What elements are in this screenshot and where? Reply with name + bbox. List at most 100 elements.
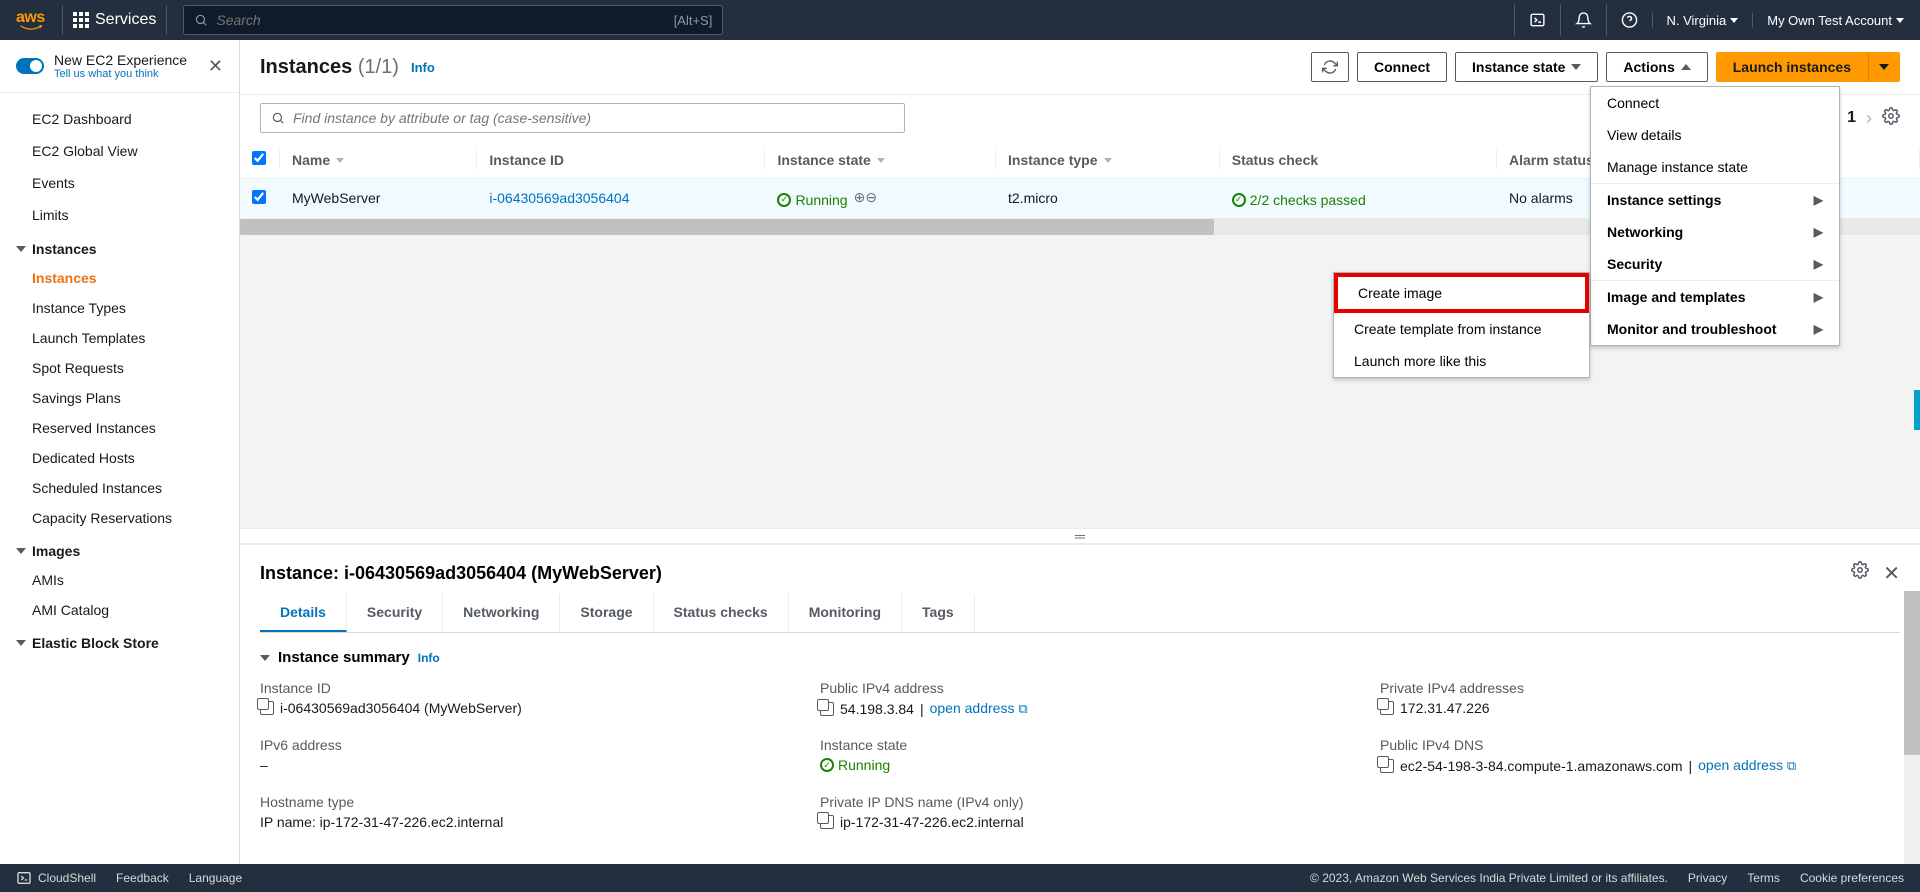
footer-cookies[interactable]: Cookie preferences bbox=[1800, 871, 1904, 885]
search-input[interactable] bbox=[216, 12, 673, 28]
col-status-check[interactable]: Status check bbox=[1220, 141, 1497, 179]
field-state: Instance state ✓Running bbox=[820, 737, 1340, 774]
col-name[interactable]: Name bbox=[280, 141, 477, 179]
submenu-create-template[interactable]: Create template from instance bbox=[1334, 313, 1589, 345]
detail-scrollbar[interactable] bbox=[1904, 591, 1920, 864]
nav-scheduled-instances[interactable]: Scheduled Instances bbox=[0, 473, 239, 503]
panel-resize-handle[interactable]: ═ bbox=[240, 528, 1920, 544]
footer-feedback[interactable]: Feedback bbox=[116, 871, 169, 885]
select-all-checkbox[interactable] bbox=[252, 151, 266, 165]
nav-section-instances[interactable]: Instances bbox=[0, 231, 239, 263]
tab-networking[interactable]: Networking bbox=[443, 594, 560, 632]
state-filter-icon[interactable]: ⊕⊖ bbox=[854, 189, 877, 205]
summary-header[interactable]: Instance summary Info bbox=[260, 649, 1900, 666]
new-experience-banner: New EC2 Experience Tell us what you thin… bbox=[0, 40, 239, 93]
nav-ami-catalog[interactable]: AMI Catalog bbox=[0, 595, 239, 625]
nav-instance-types[interactable]: Instance Types bbox=[0, 293, 239, 323]
nav-capacity-reservations[interactable]: Capacity Reservations bbox=[0, 503, 239, 533]
nav-ec2-dashboard[interactable]: EC2 Dashboard bbox=[0, 103, 239, 135]
detail-panel: Instance: i-06430569ad3056404 (MyWebServ… bbox=[240, 544, 1920, 864]
side-feedback-tab[interactable] bbox=[1914, 390, 1920, 430]
global-search[interactable]: [Alt+S] bbox=[183, 5, 723, 35]
col-instance-type[interactable]: Instance type bbox=[996, 141, 1220, 179]
find-instance-input[interactable] bbox=[260, 103, 905, 133]
content-area: Instances (1/1) Info Connect Instance st… bbox=[240, 40, 1920, 864]
connect-button[interactable]: Connect bbox=[1357, 52, 1447, 82]
close-icon[interactable]: ✕ bbox=[208, 56, 223, 77]
detail-close-icon[interactable]: ✕ bbox=[1883, 561, 1900, 586]
tab-details[interactable]: Details bbox=[260, 594, 347, 632]
cell-instance-id[interactable]: i-06430569ad3056404 bbox=[489, 190, 629, 206]
submenu-create-image[interactable]: Create image bbox=[1334, 273, 1589, 313]
footer-cloudshell[interactable]: CloudShell bbox=[16, 870, 96, 886]
help-icon[interactable] bbox=[1606, 4, 1638, 36]
nav-section-ebs[interactable]: Elastic Block Store bbox=[0, 625, 239, 657]
refresh-button[interactable] bbox=[1311, 52, 1349, 82]
footer-terms[interactable]: Terms bbox=[1747, 871, 1780, 885]
new-experience-toggle[interactable] bbox=[16, 58, 44, 74]
next-page-icon[interactable]: › bbox=[1866, 108, 1872, 129]
nav-launch-templates[interactable]: Launch Templates bbox=[0, 323, 239, 353]
footer-language[interactable]: Language bbox=[189, 871, 242, 885]
cloudshell-icon bbox=[16, 870, 32, 886]
copy-icon[interactable] bbox=[820, 702, 834, 716]
submenu-launch-more[interactable]: Launch more like this bbox=[1334, 345, 1589, 377]
sidebar: New EC2 Experience Tell us what you thin… bbox=[0, 40, 240, 864]
detail-tabs: Details Security Networking Storage Stat… bbox=[260, 594, 1900, 633]
menu-networking[interactable]: Networking▶ bbox=[1591, 216, 1839, 248]
new-experience-subtitle[interactable]: Tell us what you think bbox=[54, 68, 198, 80]
tab-storage[interactable]: Storage bbox=[560, 594, 653, 632]
region-selector[interactable]: N. Virginia bbox=[1652, 13, 1739, 28]
menu-image-templates[interactable]: Image and templates▶ bbox=[1591, 281, 1839, 313]
nav-section-images[interactable]: Images bbox=[0, 533, 239, 565]
menu-view-details[interactable]: View details bbox=[1591, 119, 1839, 151]
services-button[interactable]: Services bbox=[62, 5, 167, 35]
instance-state-button[interactable]: Instance state bbox=[1455, 52, 1598, 82]
cloudshell-icon[interactable] bbox=[1514, 4, 1546, 36]
actions-button[interactable]: Actions bbox=[1606, 52, 1707, 82]
nav-amis[interactable]: AMIs bbox=[0, 565, 239, 595]
account-selector[interactable]: My Own Test Account bbox=[1752, 13, 1904, 28]
menu-monitor[interactable]: Monitor and troubleshoot▶ bbox=[1591, 313, 1839, 345]
nav-savings-plans[interactable]: Savings Plans bbox=[0, 383, 239, 413]
nav-reserved-instances[interactable]: Reserved Instances bbox=[0, 413, 239, 443]
copy-icon[interactable] bbox=[1380, 759, 1394, 773]
nav-spot-requests[interactable]: Spot Requests bbox=[0, 353, 239, 383]
tab-security[interactable]: Security bbox=[347, 594, 443, 632]
menu-instance-settings[interactable]: Instance settings▶ bbox=[1591, 184, 1839, 216]
cell-type: t2.micro bbox=[996, 179, 1220, 219]
open-address-link[interactable]: open address ⧉ bbox=[930, 700, 1028, 717]
field-public-ip: Public IPv4 address 54.198.3.84 | open a… bbox=[820, 680, 1340, 717]
tab-monitoring[interactable]: Monitoring bbox=[789, 594, 902, 632]
cell-state: ✓Running bbox=[777, 192, 847, 208]
col-instance-id[interactable]: Instance ID bbox=[477, 141, 765, 179]
copy-icon[interactable] bbox=[820, 815, 834, 829]
launch-instances-button[interactable]: Launch instances bbox=[1716, 52, 1868, 82]
nav-events[interactable]: Events bbox=[0, 167, 239, 199]
col-instance-state[interactable]: Instance state bbox=[765, 141, 996, 179]
field-private-dns: Private IP DNS name (IPv4 only) ip-172-3… bbox=[820, 794, 1340, 830]
launch-instances-caret[interactable] bbox=[1868, 52, 1900, 82]
field-ipv6: IPv6 address – bbox=[260, 737, 780, 774]
footer-privacy[interactable]: Privacy bbox=[1688, 871, 1727, 885]
info-link[interactable]: Info bbox=[411, 60, 435, 75]
detail-settings-icon[interactable] bbox=[1851, 561, 1869, 586]
copy-icon[interactable] bbox=[1380, 701, 1394, 715]
settings-icon[interactable] bbox=[1882, 107, 1900, 130]
nav-ec2-global-view[interactable]: EC2 Global View bbox=[0, 135, 239, 167]
notifications-icon[interactable] bbox=[1560, 4, 1592, 36]
aws-logo[interactable]: aws bbox=[16, 9, 46, 31]
nav-instances[interactable]: Instances bbox=[0, 263, 239, 293]
open-address-link[interactable]: open address ⧉ bbox=[1698, 757, 1796, 774]
row-checkbox[interactable] bbox=[252, 190, 266, 204]
menu-manage-state[interactable]: Manage instance state bbox=[1591, 151, 1839, 183]
footer-copyright: © 2023, Amazon Web Services India Privat… bbox=[1310, 871, 1668, 885]
new-experience-title: New EC2 Experience bbox=[54, 52, 198, 68]
menu-connect[interactable]: Connect bbox=[1591, 87, 1839, 119]
tab-status-checks[interactable]: Status checks bbox=[654, 594, 789, 632]
nav-limits[interactable]: Limits bbox=[0, 199, 239, 231]
tab-tags[interactable]: Tags bbox=[902, 594, 975, 632]
nav-dedicated-hosts[interactable]: Dedicated Hosts bbox=[0, 443, 239, 473]
menu-security[interactable]: Security▶ bbox=[1591, 248, 1839, 280]
copy-icon[interactable] bbox=[260, 701, 274, 715]
